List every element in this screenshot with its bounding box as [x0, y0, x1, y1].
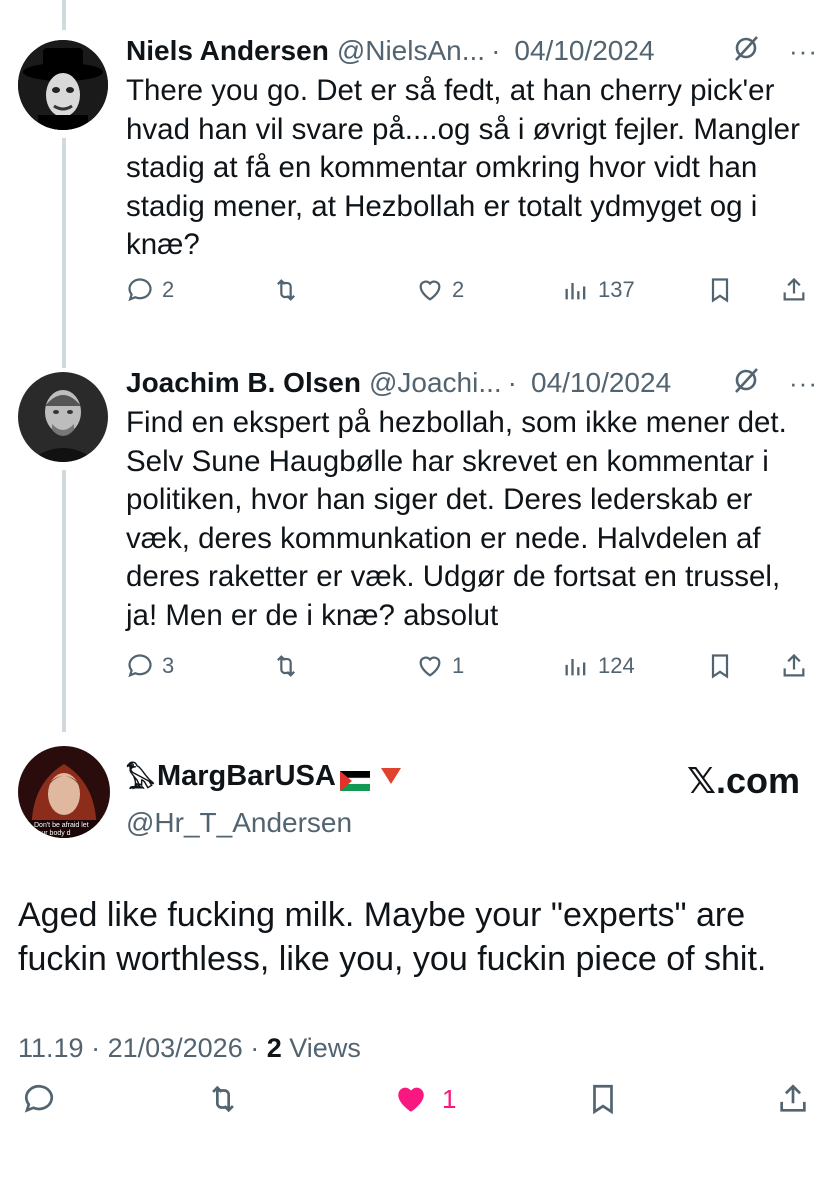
avatar-margbarusa[interactable]: Don't be afraid let your body d [18, 746, 110, 838]
reply-icon [128, 278, 152, 302]
bookmark-icon [711, 278, 729, 303]
like-count: 2 [452, 277, 465, 302]
like-count: 1 [452, 653, 465, 678]
tweet-header: Joachim B. Olsen @Joachi... · 04/10/2024… [126, 366, 818, 400]
reply-button[interactable] [22, 1082, 56, 1116]
grok-icon[interactable] [731, 365, 761, 402]
reply-button[interactable]: 2 [126, 276, 174, 304]
main-name-text: MargBarUSA [156, 759, 336, 792]
main-tweet-meta: 11.19 · 21/03/2026 · 2 Views [18, 1033, 361, 1064]
avatar-niels[interactable] [18, 40, 108, 130]
timestamp[interactable]: 04/10/2024 [514, 35, 654, 67]
like-icon [419, 656, 441, 677]
bird-emoji: 𓅃 [126, 764, 155, 794]
reply-button[interactable]: 3 [126, 652, 174, 680]
tweet-text: There you go. Det er så fedt, at han che… [126, 74, 800, 261]
bookmark-button[interactable] [586, 1082, 620, 1116]
views-icon [565, 283, 586, 300]
avatar-caption: Don't be afraid let your body d [34, 822, 89, 837]
timestamp[interactable]: 04/10/2024 [531, 367, 671, 399]
bookmark-button[interactable] [706, 276, 734, 304]
bookmark-icon [711, 654, 729, 679]
reply-count: 3 [162, 653, 175, 678]
retweet-icon [277, 279, 295, 301]
main-date[interactable]: 21/03/2026 [108, 1033, 243, 1063]
thread-line-top [62, 0, 66, 30]
bookmark-icon [593, 1084, 613, 1115]
views-button[interactable]: 137 [562, 276, 635, 304]
palestine-flag-icon [339, 766, 371, 791]
x-com-watermark: 𝕏.com [686, 760, 800, 801]
views-button[interactable]: 124 [562, 652, 635, 680]
more-icon[interactable]: ··· [789, 368, 818, 399]
views-label: Views [289, 1033, 361, 1063]
views-count: 124 [598, 653, 635, 678]
retweet-button[interactable] [206, 1082, 240, 1116]
tweet-text: Find en ekspert på hezbollah, som ikke m… [126, 406, 787, 632]
main-display-name[interactable]: 𓅃 MargBarUSA [126, 755, 402, 797]
more-icon[interactable]: ··· [789, 36, 818, 67]
share-button[interactable] [780, 652, 808, 680]
display-name[interactable]: Niels Andersen [126, 35, 329, 67]
reply-icon [128, 654, 152, 678]
display-name[interactable]: Joachim B. Olsen [126, 367, 361, 399]
main-time[interactable]: 11.19 [18, 1033, 84, 1063]
reply-icon [24, 1084, 54, 1113]
separator-dot: · [491, 35, 501, 66]
share-icon [783, 277, 805, 301]
grok-icon[interactable] [731, 33, 761, 70]
like-icon [398, 1087, 424, 1112]
bookmark-button[interactable] [706, 652, 734, 680]
thread-line-2 [62, 470, 66, 732]
views-icon [565, 659, 586, 676]
tweet-niels[interactable]: Niels Andersen @NielsAn... · 04/10/2024 … [126, 34, 818, 265]
separator-dot: · [507, 367, 517, 398]
like-icon [419, 280, 441, 301]
share-icon [783, 653, 805, 677]
separator-dot: · [91, 1033, 108, 1063]
tweet-header: Niels Andersen @NielsAn... · 04/10/2024 … [126, 34, 818, 68]
like-count: 1 [442, 1083, 457, 1114]
like-button[interactable]: 1 [394, 1082, 456, 1116]
handle[interactable]: @NielsAn... [337, 35, 485, 67]
share-icon [780, 1084, 806, 1112]
views-count: 2 [266, 1033, 282, 1063]
retweet-button[interactable] [272, 652, 300, 680]
share-button[interactable] [776, 1082, 810, 1116]
like-button[interactable]: 2 [416, 276, 464, 304]
retweet-button[interactable] [272, 276, 300, 304]
reply-count: 2 [162, 277, 175, 302]
handle[interactable]: @Joachi... [369, 367, 502, 399]
separator-dot: · [250, 1033, 267, 1063]
main-handle[interactable]: @Hr_T_Andersen [126, 807, 402, 839]
views-count: 137 [598, 277, 635, 302]
retweet-icon [212, 1085, 234, 1113]
main-tweet-header: 𓅃 MargBarUSA @Hr_T_Andersen [126, 755, 402, 839]
main-tweet-text: Aged like fucking milk. Maybe your "expe… [18, 896, 767, 978]
red-triangle-icon [380, 760, 402, 793]
tweet-joachim[interactable]: Joachim B. Olsen @Joachi... · 04/10/2024… [126, 366, 818, 635]
share-button[interactable] [780, 276, 808, 304]
thread-line-1 [62, 138, 66, 368]
like-button[interactable]: 1 [416, 652, 464, 680]
avatar-joachim[interactable] [18, 372, 108, 462]
retweet-icon [277, 655, 295, 677]
